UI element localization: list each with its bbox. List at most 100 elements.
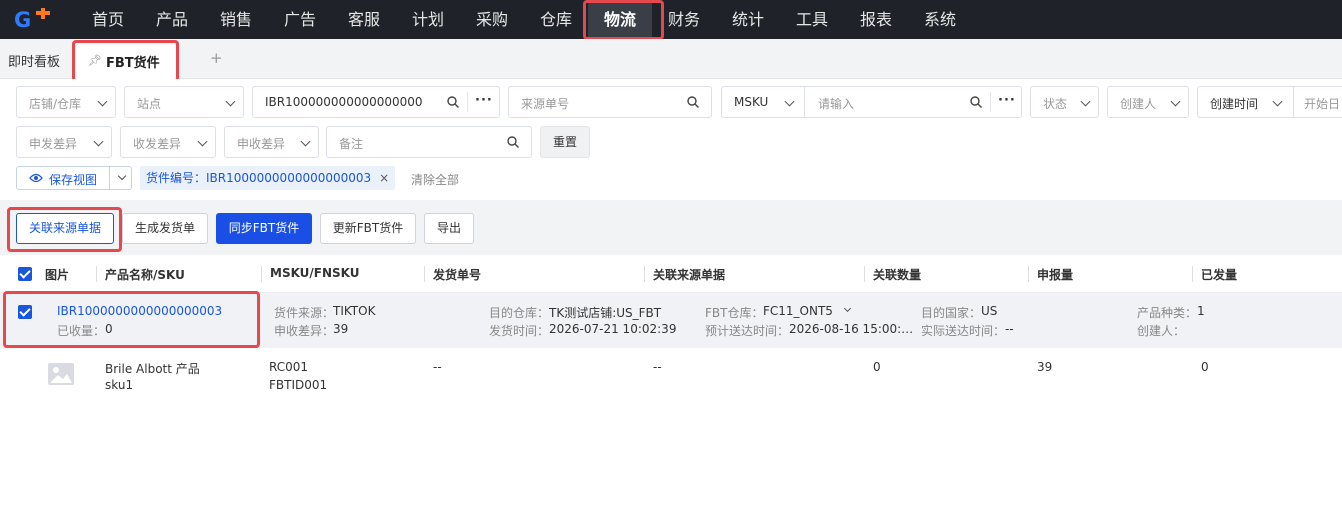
update-fbt-button[interactable]: 更新FBT货件 (320, 213, 416, 244)
msku-type-select[interactable]: MSKU (734, 95, 768, 109)
source-no-input[interactable]: 来源单号 (508, 86, 712, 118)
received-value: 0 (105, 322, 113, 336)
clear-all-link[interactable]: 清除全部 (411, 171, 459, 188)
msku-input[interactable]: 请输入 (818, 95, 854, 112)
search-icon[interactable] (507, 136, 519, 148)
site-select[interactable]: 站点 (124, 86, 244, 118)
row-checkbox[interactable] (18, 305, 32, 319)
tab-fbt-shipment[interactable]: 📌︎ FBT货件 (76, 44, 176, 79)
source-doc-cell: -- (653, 360, 662, 374)
diff-value: 39 (333, 322, 349, 336)
creator-select[interactable]: 创建人 (1107, 86, 1189, 118)
nav-statistics[interactable]: 统计 (718, 0, 778, 39)
msku-search[interactable]: MSKU 请输入 ··· (721, 86, 1022, 118)
save-view-label: 保存视图 (49, 173, 98, 187)
source-no-placeholder: 来源单号 (521, 97, 570, 111)
nav-finance[interactable]: 财务 (654, 0, 714, 39)
tab-fbt-shipment-label: FBT货件 (106, 56, 160, 71)
source-label: 货件来源： (274, 306, 335, 320)
divider (467, 92, 468, 112)
column-divider (864, 266, 865, 282)
svg-text:G: G (14, 8, 31, 30)
msku-value: RC001 (269, 360, 309, 374)
column-divider (96, 266, 97, 282)
divider (109, 167, 110, 189)
nav-system[interactable]: 系统 (910, 0, 970, 39)
header-shipped-qty: 已发量 (1201, 268, 1238, 282)
status-select[interactable]: 状态 (1030, 86, 1099, 118)
eye-icon (29, 173, 43, 183)
received-label: 已收量： (57, 324, 106, 338)
shipment-id-link[interactable]: IBR1000000000000000003 (57, 304, 222, 318)
shipment-no-value: IBR100000000000000000 (265, 95, 423, 109)
add-tab-button[interactable]: + (210, 49, 223, 67)
search-icon[interactable] (447, 96, 459, 108)
chevron-down-icon (1170, 96, 1181, 107)
nav-home[interactable]: 首页 (78, 0, 138, 39)
select-all-checkbox[interactable] (18, 267, 32, 281)
nav-products[interactable]: 产品 (142, 0, 202, 39)
start-date-input[interactable]: 开始日 (1304, 95, 1340, 112)
chevron-down-icon (225, 96, 236, 107)
shop-warehouse-placeholder: 店铺/仓库 (29, 97, 82, 111)
remark-input[interactable]: 备注 (326, 126, 532, 158)
nav-reports[interactable]: 报表 (846, 0, 906, 39)
nav-logistics[interactable]: 物流 (588, 0, 652, 39)
search-icon[interactable] (970, 96, 982, 108)
sync-fbt-button[interactable]: 同步FBT货件 (216, 213, 312, 244)
app-logo-icon[interactable]: G (14, 8, 60, 30)
country-label: 目的国家： (921, 306, 982, 320)
tab-dashboard[interactable]: 即时看板 (8, 51, 60, 70)
fbt-warehouse-value: FC11_ONT5 (763, 304, 833, 318)
nav-warehouse[interactable]: 仓库 (526, 0, 586, 39)
chevron-down-icon[interactable] (117, 171, 127, 181)
header-image: 图片 (45, 268, 70, 282)
nav-plan[interactable]: 计划 (398, 0, 458, 39)
column-divider (424, 266, 425, 282)
chevron-down-icon[interactable] (843, 304, 852, 313)
nav-tools[interactable]: 工具 (782, 0, 842, 39)
shipment-no-input[interactable]: IBR100000000000000000 ··· (252, 86, 500, 118)
source-value: TIKTOK (333, 304, 376, 318)
declared-qty-cell: 39 (1037, 360, 1053, 374)
top-nav: G 首页 产品 销售 广告 客服 计划 采购 仓库 物流 财务 统计 工具 报表… (0, 0, 1342, 39)
reset-button[interactable]: 重置 (540, 126, 590, 158)
image-placeholder-icon (48, 363, 74, 385)
divider (990, 92, 991, 112)
header-declared-qty: 申报量 (1037, 268, 1074, 282)
nav-purchase[interactable]: 采购 (462, 0, 522, 39)
save-view-button[interactable]: 保存视图 (16, 166, 132, 190)
header-shipment-no: 发货单号 (433, 268, 482, 282)
date-range[interactable]: 创建时间 开始日 (1197, 86, 1342, 118)
export-button[interactable]: 导出 (424, 213, 474, 244)
shipment-no-cell: -- (433, 360, 442, 374)
nav-sales[interactable]: 销售 (206, 0, 266, 39)
shipment-group-row[interactable]: IBR1000000000000000003 已收量： 0 货件来源： TIKT… (0, 293, 1342, 348)
more-icon[interactable]: ··· (998, 93, 1016, 108)
close-icon[interactable]: × (379, 171, 389, 185)
receive-diff-select[interactable]: 收发差异 (120, 126, 216, 158)
actual-arrival-value: -- (1005, 322, 1014, 336)
declare-diff-select[interactable]: 申发差异 (16, 126, 112, 158)
generate-shipment-button[interactable]: 生成发货单 (122, 213, 208, 244)
declare-receive-diff-placeholder: 申收差异 (237, 137, 286, 151)
link-source-button[interactable]: 关联来源单据 (16, 213, 114, 244)
table-header: 图片 产品名称/SKU MSKU/FNSKU 发货单号 关联来源单据 关联数量 … (0, 255, 1342, 293)
shop-warehouse-select[interactable]: 店铺/仓库 (16, 86, 116, 118)
more-icon[interactable]: ··· (475, 93, 493, 108)
dest-warehouse-label: 目的仓库： (489, 306, 550, 320)
status-placeholder: 状态 (1043, 97, 1068, 111)
header-source-doc: 关联来源单据 (653, 268, 726, 282)
nav-ads[interactable]: 广告 (270, 0, 330, 39)
ship-time-label: 发货时间： (489, 324, 550, 338)
pin-icon[interactable]: 📌︎ (88, 54, 102, 67)
remark-placeholder: 备注 (339, 137, 364, 151)
declare-receive-diff-select[interactable]: 申收差异 (224, 126, 319, 158)
search-icon[interactable] (687, 96, 699, 108)
tab-bar: 即时看板 📌︎ FBT货件 + (0, 39, 1342, 79)
date-type-select[interactable]: 创建时间 (1210, 95, 1258, 112)
category-label: 产品种类： (1137, 306, 1198, 320)
fnsku-value: FBTID001 (269, 378, 328, 392)
ship-time-value: 2026-07-21 10:02:39 (549, 322, 677, 336)
nav-customer-service[interactable]: 客服 (334, 0, 394, 39)
